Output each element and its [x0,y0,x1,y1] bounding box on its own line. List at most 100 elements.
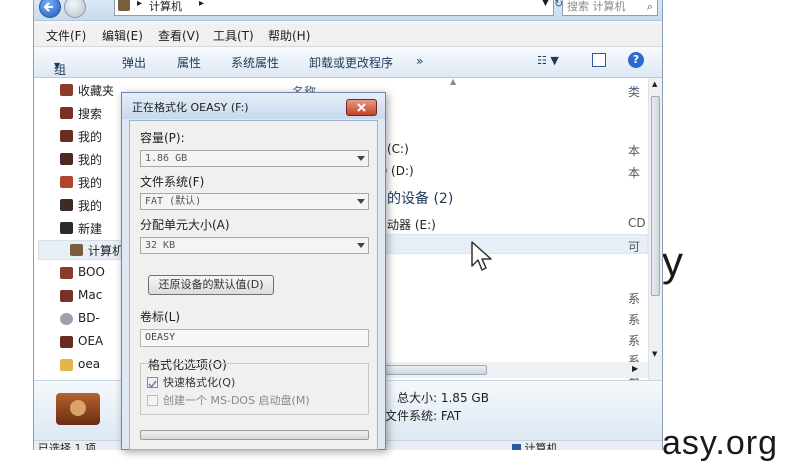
sidebar-item-drive-oeasy[interactable]: OEA [60,334,104,352]
scroll-down-icon[interactable]: ▼ [652,350,657,358]
sidebar-item-new[interactable]: 新建 [60,220,102,238]
menu-view[interactable]: 查看(V) [158,27,200,44]
search-input[interactable]: 搜索 计算机 ⌕ [562,0,658,16]
sidebar-item-label: 我的 [78,153,103,167]
type-col-0: 本 [628,144,641,158]
total-size: 总大小: 1.85 GB [397,391,489,405]
allocation-size-value: 32 KB [145,240,176,251]
column-header-type[interactable]: 类 [628,83,640,100]
menu-file[interactable]: 文件(F) [46,27,86,44]
address-bar-area: ▸ 计算机 ▸ ▼ ↻ 搜索 计算机 ⌕ [34,0,662,21]
close-icon [357,103,366,112]
sidebar-item-oeasy-folder[interactable]: oea [60,357,101,375]
allocation-size-label: 分配单元大小(A) [140,218,230,232]
sidebar-item-label: 我的 [78,199,103,213]
back-button[interactable] [39,0,61,18]
sidebar-item-drive-mac[interactable]: Mac [60,288,103,306]
drive-c-row[interactable]: (C:) [387,142,409,156]
folder-icon [60,199,73,211]
uninstall-button[interactable]: 卸载或更改程序 [309,54,393,71]
computer-icon [70,244,83,256]
removable-section-header: 的设备 (2) [387,191,454,207]
breadcrumb-computer[interactable]: 计算机 [149,0,182,14]
watermark-url: asy.org [662,424,778,462]
properties-button[interactable]: 属性 [177,54,201,71]
scroll-right-icon[interactable]: ▶ [632,364,638,373]
sidebar-item-my-2[interactable]: 我的 [60,151,103,169]
sidebar-item-label: 我的 [78,176,103,190]
sidebar-item-favorites[interactable]: 收藏夹 [60,82,115,100]
dialog-title-bar[interactable]: 正在格式化 OEASY (F:) [122,93,385,119]
msdos-disk-label: 创建一个 MS-DOS 启动盘(M) [163,394,310,407]
scroll-thumb[interactable] [651,96,660,296]
sys-col-2: 系 [628,334,641,348]
search-icon: ⌕ [646,0,653,13]
file-system-value: FAT (默认) [145,196,202,207]
chevron-down-icon [357,243,365,248]
menu-edit[interactable]: 编辑(E) [102,27,143,44]
sidebar-item-label: 我的 [78,130,103,144]
drive-icon [60,290,73,302]
dialog-close-button[interactable] [346,99,377,116]
command-bar: 组织 ▼ 弹出 属性 系统属性 卸载或更改程序 » ☷ ▼ ? [34,47,662,94]
selected-drive-row[interactable] [382,234,648,254]
menu-bar: 文件(F) 编辑(E) 查看(V) 工具(T) 帮助(H) [34,24,662,47]
preview-pane-icon[interactable] [592,53,606,67]
sidebar-item-computer[interactable]: 计算机 [70,242,125,260]
computer-small-icon [512,444,521,450]
format-progress-bar [140,430,369,440]
address-bar[interactable]: ▸ 计算机 ▸ ▼ [114,0,554,16]
address-dropdown-icon[interactable]: ▼ [542,0,549,8]
mouse-cursor-icon [471,241,492,271]
format-dialog: 正在格式化 OEASY (F:) 容量(P): 1.86 GB 文件系统(F) … [121,92,386,450]
drive-e-row[interactable]: 动器 (E:) [387,216,436,233]
sidebar-item-my-4[interactable]: 我的 [60,197,103,215]
watermark-letter: y [662,238,683,285]
file-system: 文件系统: FAT [385,409,462,423]
dialog-body: 容量(P): 1.86 GB 文件系统(F) FAT (默认) 分配单元大小(A… [129,120,378,450]
sidebar-item-label: 计算机 [88,244,125,258]
sidebar-item-search[interactable]: 搜索 [60,105,102,123]
sidebar-item-label: Mac [78,288,103,302]
restore-defaults-button: 还原设备的默认值(D) [148,275,274,295]
scroll-up-icon[interactable]: ▲ [652,80,657,88]
menu-tools[interactable]: 工具(T) [213,27,254,44]
vertical-scrollbar[interactable]: ▲ ▼ [648,78,662,380]
folder-icon [60,359,73,371]
view-options-icon[interactable]: ☷ ▼ [537,54,559,67]
format-options-group: 快速格式化(Q) 创建一个 MS-DOS 启动盘(M) [140,363,369,415]
capacity-select: 1.86 GB [140,150,369,167]
sidebar-item-my-3[interactable]: 我的 [60,174,103,192]
volume-label-input: OEASY [140,329,369,347]
folder-icon [60,176,73,188]
quick-format-label: 快速格式化(Q) [163,376,236,389]
more-commands-button[interactable]: » [416,54,423,68]
sidebar-item-label: oea [78,357,101,371]
refresh-button[interactable]: ↻ [554,0,563,16]
sidebar-item-my-1[interactable]: 我的 [60,128,103,146]
sidebar-item-drive-bd[interactable]: BD- [60,311,100,329]
sidebar-item-label: 收藏夹 [78,84,115,98]
forward-button[interactable] [64,0,86,18]
sort-indicator-icon: ▲ [450,77,457,86]
sidebar-item-label: BD- [78,311,100,325]
breadcrumb-chevron-icon[interactable]: ▸ [199,0,204,9]
file-system-label: 文件系统(F) [140,175,205,189]
arrow-left-icon [43,2,53,12]
capacity-label: 容量(P): [140,131,185,145]
system-properties-button[interactable]: 系统属性 [231,54,279,71]
help-icon[interactable]: ? [628,52,644,68]
volume-label-label: 卷标(L) [140,310,181,324]
search-placeholder: 搜索 计算机 [567,0,626,13]
allocation-size-select: 32 KB [140,237,369,254]
checkmark-icon [148,380,157,389]
msdos-disk-checkbox [147,395,158,406]
hscroll-thumb[interactable] [372,365,487,375]
breadcrumb-separator-icon: ▸ [137,0,143,9]
menu-help[interactable]: 帮助(H) [268,27,310,44]
eject-button[interactable]: 弹出 [122,54,146,71]
sidebar-item-label: OEA [78,334,104,348]
status-selected-count: 已选择 1 项 [38,442,96,450]
usb-drive-icon [60,336,73,348]
sidebar-item-drive-boo[interactable]: BOO [60,265,105,283]
